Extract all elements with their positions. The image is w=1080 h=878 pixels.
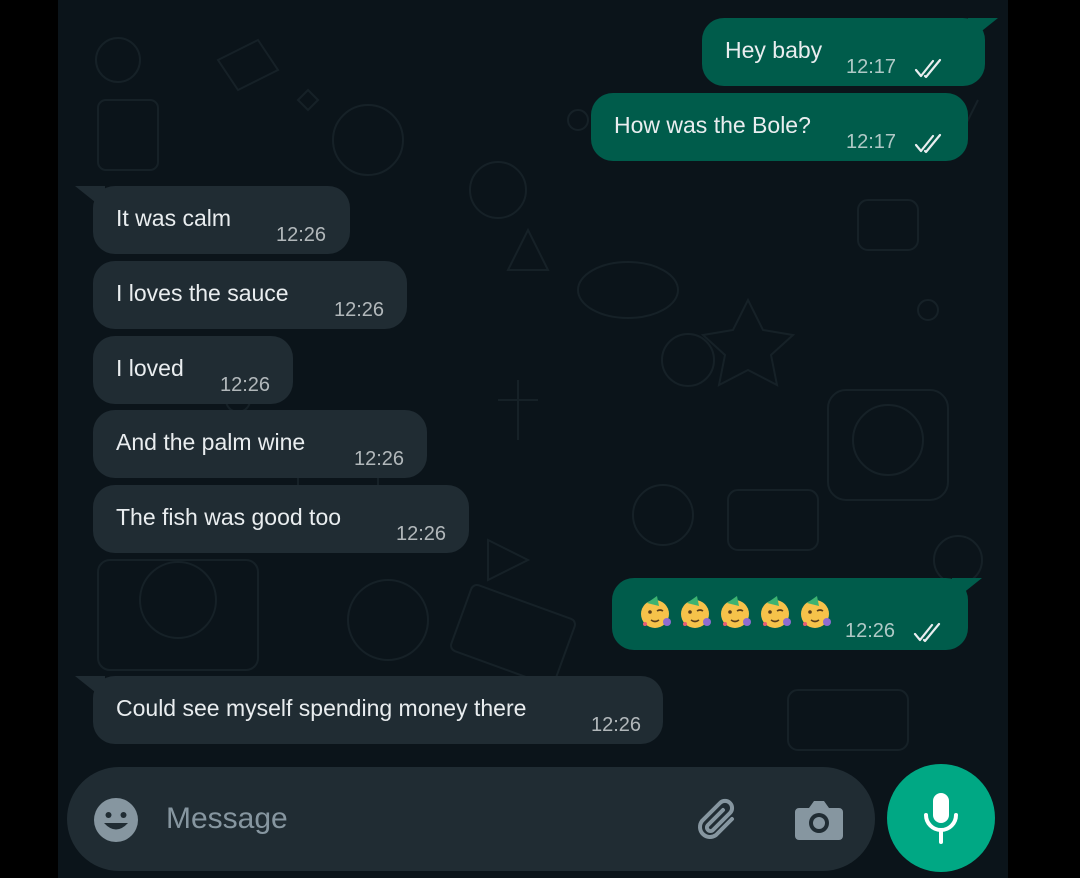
message-time: 12:26 [354,448,405,470]
message-composer[interactable]: Message [67,767,875,871]
screen: Hey baby 12:17 How was the Bole? 12:17 I… [0,0,1080,878]
paperclip-icon[interactable] [692,795,744,847]
message-text: It was calm [116,205,232,231]
message-input[interactable]: Message [166,802,288,836]
message-time: 12:17 [846,56,897,78]
message-text: How was the Bole? [614,112,811,138]
partying-face-emoji [717,594,753,630]
partying-face-emoji [757,594,793,630]
smiley-icon[interactable] [92,796,140,844]
message-text: I loves the sauce [116,280,289,306]
message-time: 12:26 [845,620,896,642]
partying-face-emoji [797,594,833,630]
voice-record-button[interactable] [887,764,995,872]
bubble-tail [75,676,105,700]
message-bubble-outgoing[interactable]: Hey baby 12:17 [702,18,998,86]
message-bubble-incoming[interactable]: And the palm wine 12:26 [93,410,427,478]
message-text: Could see myself spending money there [116,695,527,721]
bubble-tail [75,186,105,210]
message-bubble-incoming[interactable]: It was calm 12:26 [75,186,350,254]
microphone-icon [924,793,958,844]
double-check-icon [914,133,942,154]
message-bubble-incoming[interactable]: The fish was good too 12:26 [93,485,469,553]
double-check-icon [914,58,942,79]
bubble-tail [968,18,998,42]
message-bubble-outgoing[interactable]: How was the Bole? 12:17 [591,93,968,161]
camera-icon[interactable] [794,796,844,842]
partying-face-emoji [677,594,713,630]
message-time: 12:26 [591,714,642,736]
bubble-tail [952,578,982,602]
message-bubble-incoming[interactable]: I loved 12:26 [93,336,293,404]
message-bubble-incoming[interactable]: Could see myself spending money there 12… [75,676,663,744]
message-time: 12:17 [846,131,897,153]
message-text: And the palm wine [116,429,306,455]
message-time: 12:26 [276,224,327,246]
message-time: 12:26 [396,523,447,545]
chat-area[interactable]: Hey baby 12:17 How was the Bole? 12:17 I… [58,0,1008,878]
partying-face-emoji [637,594,673,630]
emoji-row [637,594,833,630]
message-time: 12:26 [334,299,385,321]
message-time: 12:26 [220,374,271,396]
message-text: I loved [116,355,184,381]
message-bubble-incoming[interactable]: I loves the sauce 12:26 [93,261,407,329]
double-check-icon [913,622,941,643]
message-text: Hey baby [725,37,823,63]
message-bubble-outgoing[interactable]: 12:26 [612,578,982,650]
message-text: The fish was good too [116,504,342,530]
